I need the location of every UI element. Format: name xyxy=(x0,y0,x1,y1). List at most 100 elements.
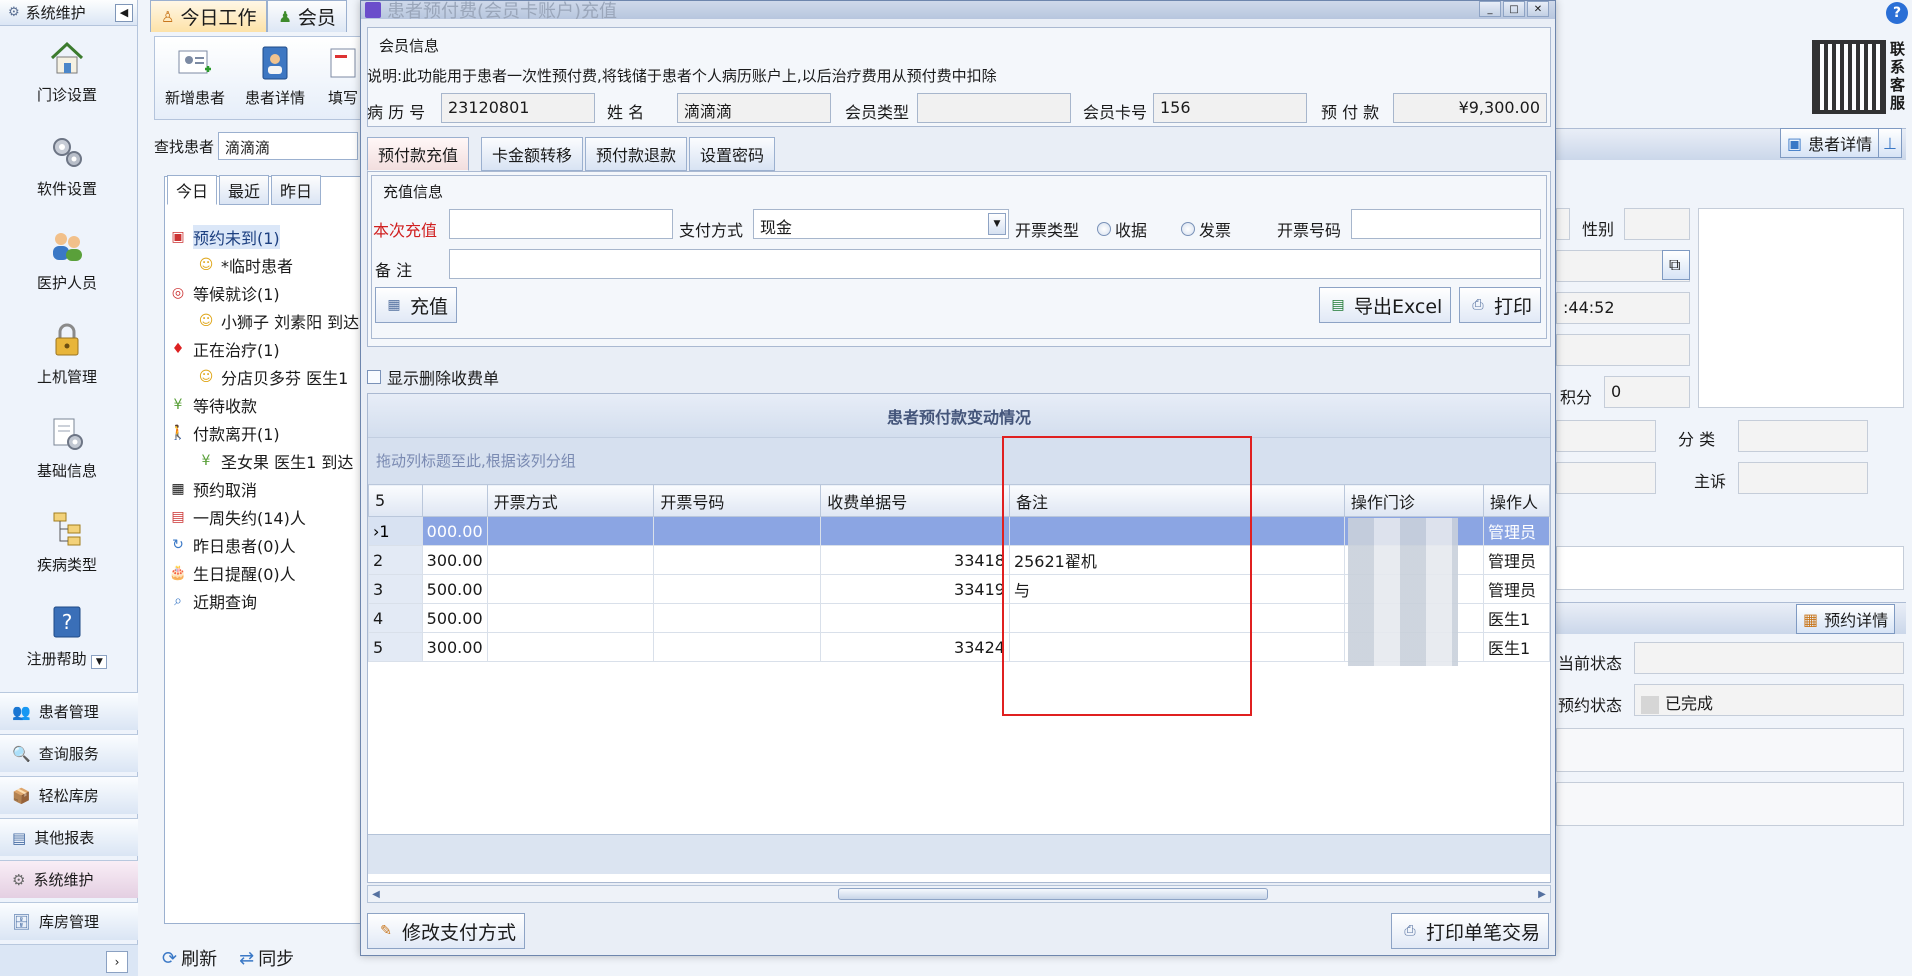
column-header-amount[interactable] xyxy=(421,484,488,517)
column-header-count[interactable]: 5 xyxy=(368,484,423,517)
payment-method-select[interactable]: 现金 ▼ xyxy=(753,209,1009,239)
scroll-right-icon[interactable]: ▶ xyxy=(1534,886,1550,902)
method-cell xyxy=(486,632,655,662)
collapse-icon[interactable]: ◀ xyxy=(115,3,133,22)
column-header-invoice-number[interactable]: 开票号码 xyxy=(653,484,822,517)
sidebar-item-software-settings[interactable]: 软件设置 xyxy=(0,132,134,199)
receipt-cell: 33419 xyxy=(820,574,1010,604)
sidebar-section-storage[interactable]: 🗄 库房管理 xyxy=(0,902,138,940)
gender-field[interactable] xyxy=(1624,208,1690,240)
sidebar-item-login-mgmt[interactable]: 上机管理 xyxy=(0,320,134,387)
sidebar-item-staff[interactable]: 医护人员 xyxy=(0,226,134,293)
fill-form-button[interactable]: 填写 xyxy=(323,45,363,108)
group-by-hint[interactable]: 拖动列标题至此,根据该列分组 xyxy=(368,438,1550,484)
tab-today-work[interactable]: ♙ 今日工作 xyxy=(150,0,268,32)
pin-button[interactable]: ⊥ xyxy=(1878,128,1902,158)
tab-yesterday[interactable]: 昨日 xyxy=(271,175,322,205)
column-header-invoice-method[interactable]: 开票方式 xyxy=(486,484,655,517)
print-single-button[interactable]: ⎙ 打印单笔交易 xyxy=(1391,913,1550,949)
printer-icon: ⎙ xyxy=(1404,923,1416,939)
tree-item-pending[interactable]: ▣ 预约未到(1) xyxy=(169,223,365,251)
sidebar-header[interactable]: ⚙ 系统维护 ◀ xyxy=(0,0,137,26)
tab-card-transfer[interactable]: 卡金额转移 xyxy=(481,137,584,171)
export-excel-button[interactable]: ▤ 导出Excel xyxy=(1319,287,1452,323)
tree-item-waiting[interactable]: ◎ 等候就诊(1) xyxy=(169,279,365,307)
note-area[interactable] xyxy=(1556,728,1904,772)
complaint-field[interactable] xyxy=(1738,462,1868,494)
minimize-icon[interactable]: _ xyxy=(1479,1,1501,17)
tree-item-awaiting-payment[interactable]: ¥ 等待收款 xyxy=(169,391,365,419)
tree-item-patient[interactable]: ☺ 小狮子 刘素阳 到达 xyxy=(169,307,365,335)
radio-invoice[interactable]: 发票 xyxy=(1181,217,1231,241)
print-single-label: 打印单笔交易 xyxy=(1426,921,1541,944)
scroll-left-icon[interactable]: ◀ xyxy=(368,886,384,902)
money-icon: ¥ xyxy=(201,453,211,469)
tab-member[interactable]: ♟ 会员 xyxy=(267,0,347,32)
sidebar-section-query[interactable]: 🔍 查询服务 xyxy=(0,734,138,772)
chevron-down-icon[interactable]: ▼ xyxy=(988,213,1006,235)
patient-detail-button[interactable]: ▣ 患者详情 xyxy=(1780,128,1880,158)
scroll-thumb[interactable] xyxy=(838,888,1268,900)
print-button[interactable]: ⎙ 打印 xyxy=(1459,287,1542,323)
tree-item-patient[interactable]: ☺ *临时患者 xyxy=(169,251,365,279)
sidebar-item-disease-types[interactable]: 疾病类型 xyxy=(0,508,134,575)
dialog-title-bar[interactable]: 患者预付费(会员卡账户)充值 xyxy=(361,1,1555,19)
notes-area[interactable] xyxy=(1556,546,1904,590)
modify-payment-button[interactable]: ✎ 修改支付方式 xyxy=(367,913,526,949)
sidebar-section-system[interactable]: ⚙ 系统维护 xyxy=(0,860,138,898)
grid-footer xyxy=(368,834,1550,874)
column-header-clinic[interactable]: 操作门诊 xyxy=(1343,484,1485,517)
amount-cell: 300.00 xyxy=(421,632,488,662)
sidebar-item-register-help[interactable]: ? 注册帮助 ▼ xyxy=(0,602,134,669)
tree-item-treating[interactable]: ♦ 正在治疗(1) xyxy=(169,335,365,363)
tab-prepay-recharge[interactable]: 预付款充值 xyxy=(367,137,470,171)
recharge-amount-input[interactable] xyxy=(449,209,673,239)
tree-item-recent-query[interactable]: ⌕ 近期查询 xyxy=(169,587,365,615)
appointment-detail-button[interactable]: ▦ 预约详情 xyxy=(1796,604,1896,634)
sidebar-section-reports[interactable]: ▤ 其他报表 xyxy=(0,818,138,856)
tab-prepay-refund[interactable]: 预付款退款 xyxy=(585,137,688,171)
tree-item-cancelled[interactable]: ▦ 预约取消 xyxy=(169,475,365,503)
prepay-history-grid: 患者预付款变动情况 拖动列标题至此,根据该列分组 5 开票方式 开票号码 收费单… xyxy=(367,393,1551,883)
tab-label: 会员 xyxy=(297,7,336,29)
tree-item-patient[interactable]: ¥ 圣女果 医生1 到达 xyxy=(169,447,365,475)
recharge-button[interactable]: ▦ 充值 xyxy=(375,287,458,323)
column-header-receipt-number[interactable]: 收费单据号 xyxy=(820,484,1010,517)
sidebar-item-basic-info[interactable]: 基础信息 xyxy=(0,414,134,481)
field-stub xyxy=(1556,208,1570,240)
tree-item-paid-left[interactable]: 🚶 付款离开(1) xyxy=(169,419,365,447)
add-patient-button[interactable]: 新增患者 xyxy=(165,45,225,108)
tree-item-missed-week[interactable]: ▤ 一周失约(14)人 xyxy=(169,503,365,531)
invoice-number-input[interactable] xyxy=(1351,209,1541,239)
sidebar-section-patient-mgmt[interactable]: 👥 患者管理 xyxy=(0,692,138,730)
tree-item-yesterday[interactable]: ↻ 昨日患者(0)人 xyxy=(169,531,365,559)
copy-button[interactable]: ⧉ xyxy=(1662,250,1690,280)
tab-recent[interactable]: 最近 xyxy=(219,175,270,205)
close-icon[interactable]: ✕ xyxy=(1527,1,1549,17)
search-input[interactable]: 滴滴滴 xyxy=(218,132,359,160)
help-icon[interactable]: ? xyxy=(1886,2,1908,24)
tree-item-patient[interactable]: ☺ 分店贝多芬 医生1 xyxy=(169,363,365,391)
horizontal-scrollbar[interactable]: ◀ ▶ xyxy=(367,885,1551,903)
refresh-button[interactable]: ⟳ 刷新 xyxy=(162,945,217,971)
chevron-down-icon[interactable]: ▼ xyxy=(91,655,108,669)
tree-item-birthday[interactable]: 🎂 生日提醒(0)人 xyxy=(169,559,365,587)
bottom-toolbar: ⟳ 刷新 ⇄ 同步 xyxy=(150,940,370,976)
tab-today[interactable]: 今日 xyxy=(167,175,218,205)
radio-receipt[interactable]: 收据 xyxy=(1097,217,1147,241)
note-area[interactable] xyxy=(1556,782,1904,826)
sync-button[interactable]: ⇄ 同步 xyxy=(239,945,294,971)
tab-set-password[interactable]: 设置密码 xyxy=(689,137,776,171)
remark-input[interactable] xyxy=(449,249,1541,279)
patient-detail-button[interactable]: 患者详情 xyxy=(245,45,305,108)
sidebar-item-clinic-settings[interactable]: 门诊设置 xyxy=(0,38,134,105)
radio-dot xyxy=(1097,222,1111,236)
maximize-icon[interactable]: □ xyxy=(1503,1,1525,17)
category-field[interactable] xyxy=(1738,420,1868,452)
sidebar-section-warehouse[interactable]: 📦 轻松库房 xyxy=(0,776,138,814)
clock-icon: ◎ xyxy=(171,285,185,301)
chevron-right-icon[interactable]: › xyxy=(106,951,128,973)
column-header-operator[interactable]: 操作人 xyxy=(1483,484,1550,517)
show-deleted-checkbox[interactable]: 显示删除收费单 xyxy=(367,365,499,389)
operator-cell: 管理员 xyxy=(1483,574,1550,604)
